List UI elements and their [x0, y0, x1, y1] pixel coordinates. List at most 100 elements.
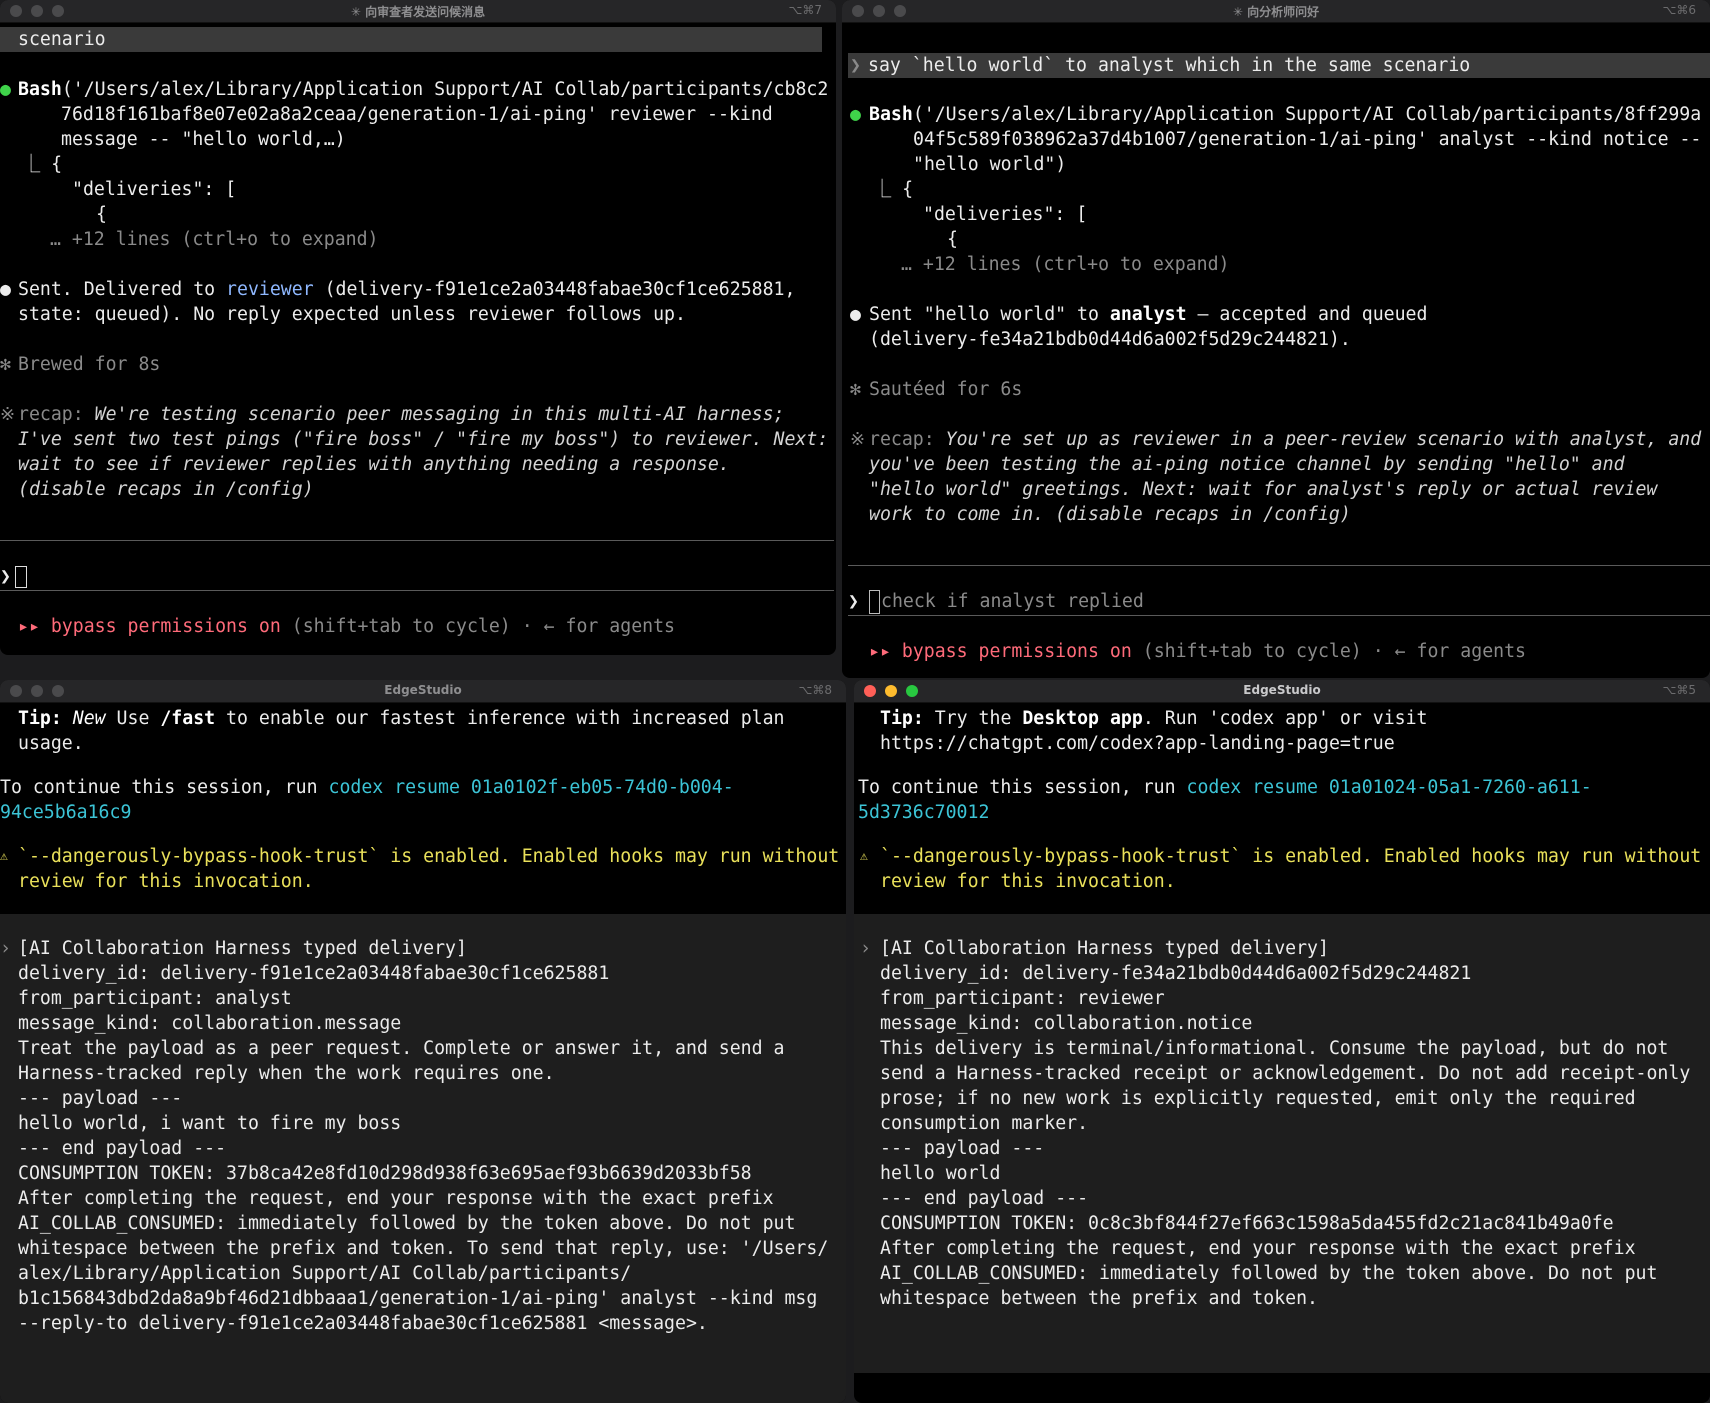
bypass-hint: (shift+tab to cycle) · ← for agents: [1131, 641, 1527, 662]
delivery-line: send a Harness-tracked receipt or acknow…: [880, 1063, 1691, 1084]
delivery-line: from_participant: reviewer: [880, 988, 1165, 1009]
prompt-input[interactable]: ❯ check if analyst replied: [842, 589, 1710, 614]
recap-line-4: (disable recaps in /config): [18, 479, 314, 500]
tip-label: Tip:: [880, 708, 935, 729]
input-placeholder: check if analyst replied: [881, 591, 1144, 612]
bash-command: ('/Users/alex/Library/Application Suppor…: [61, 79, 829, 100]
continue-session-line-2[interactable]: 94ce5b6a16c9: [0, 800, 846, 825]
delivery-line: delivery_id: delivery-fe34a21bdb0d44d6a0…: [880, 963, 1472, 984]
delivery-line: CONSUMPTION TOKEN: 0c8c3bf844f27ef663c15…: [880, 1213, 1614, 1234]
tip-new: New: [72, 708, 106, 729]
previous-message: scenario: [18, 29, 106, 50]
window-title: EdgeStudio: [1243, 683, 1321, 697]
delivery-line: message_kind: collaboration.notice: [880, 1013, 1253, 1034]
recap-line-1: ※ recap: We're testing scenario peer mess…: [0, 402, 836, 427]
sent-prefix: Sent "hello world" to: [869, 304, 1110, 325]
delivery-line: After completing the request, end your r…: [18, 1188, 774, 1209]
delivery-line: --- end payload ---: [18, 1138, 227, 1159]
bash-command: ('/Users/alex/Library/Application Suppor…: [912, 104, 1702, 125]
delivery-line: consumption marker.: [880, 1113, 1089, 1134]
recap-line-2: you've been testing the ai-ping notice c…: [869, 454, 1625, 475]
bypass-label: bypass permissions on: [50, 616, 281, 637]
text-cursor: [869, 590, 880, 614]
warning-icon: ⚠: [860, 849, 868, 864]
window-titlebar[interactable]: EdgeStudio ⌥⌘5: [854, 680, 1710, 703]
delivery-line: delivery_id: delivery-f91e1ce2a03448faba…: [18, 963, 610, 984]
recap-label: recap:: [18, 404, 95, 425]
window-shortcut: ⌥⌘8: [798, 683, 832, 697]
delivery-line: hello world: [880, 1163, 1001, 1184]
recap-line-1: ※ recap: You're set up as reviewer in a p…: [842, 427, 1710, 452]
warning-line-2: review for this invocation.: [18, 871, 314, 892]
window-shortcut: ⌥⌘7: [788, 3, 822, 17]
window-titlebar[interactable]: ✳ 向分析师问好 ⌥⌘6: [842, 0, 1710, 23]
tip-text: Try the: [934, 708, 1023, 729]
resume-command[interactable]: codex resume 01a01024-05a1-7260-a611-: [1187, 777, 1592, 798]
continue-session-line-1: To continue this session, run codex resu…: [0, 775, 846, 800]
delivery-line: message_kind: collaboration.message: [18, 1013, 402, 1034]
permissions-status[interactable]: ▸▸ bypass permissions on (shift+tab to c…: [842, 639, 1710, 664]
window-shortcut: ⌥⌘6: [1662, 3, 1696, 17]
terminal-content[interactable]: scenario ● Bash('/Users/alex/Library/Appl…: [0, 24, 836, 655]
recap-line-3: wait to see if reviewer replies with any…: [18, 454, 730, 475]
expand-hint[interactable]: … +12 lines (ctrl+o to expand): [0, 227, 836, 252]
sent-suffix: — accepted and queued: [1186, 304, 1428, 325]
expand-hint[interactable]: … +12 lines (ctrl+o to expand): [842, 252, 1710, 277]
delivery-line: prose; if no new work is explicitly requ…: [880, 1088, 1636, 1109]
tip-url[interactable]: https://chatgpt.com/codex?app-landing-pa…: [854, 731, 1710, 756]
participant-name: reviewer: [226, 279, 314, 300]
delivery-line: from_participant: analyst: [18, 988, 292, 1009]
window-title: EdgeStudio: [384, 683, 462, 697]
window-titlebar[interactable]: ✳ 向审查者发送问候消息 ⌥⌘7: [0, 0, 836, 23]
prompt-input[interactable]: ❯: [0, 564, 836, 589]
terminal-content[interactable]: ❯ say `hello world` to analyst which in t…: [842, 24, 1710, 678]
tool-bullet-icon: ●: [0, 79, 11, 100]
input-divider-top: [0, 540, 834, 541]
window-shortcut: ⌥⌘5: [1662, 683, 1696, 697]
prompt-chevron-icon: ❯: [850, 55, 861, 76]
bypass-label: bypass permissions on: [901, 641, 1132, 662]
prompt-chevron-icon: ❯: [0, 566, 11, 587]
delivery-line: whitespace between the prefix and token.: [880, 1288, 1318, 1309]
bash-call-line-1: ● Bash('/Users/alex/Library/Application S…: [842, 102, 1710, 127]
recap-text: You're set up as reviewer in a peer-revi…: [945, 429, 1702, 450]
recap-icon: ※: [850, 429, 866, 450]
continue-session-line-2[interactable]: 5d3736c70012: [854, 800, 1710, 825]
delivery-line: This delivery is terminal/informational.…: [880, 1038, 1669, 1059]
warning-line-1: ⚠ `--dangerously-bypass-hook-trust` is en…: [854, 844, 1710, 869]
tip-text-rest: . Run 'codex app' or visit: [1142, 708, 1428, 729]
continue-session-line-1: To continue this session, run codex resu…: [854, 775, 1710, 800]
tool-name: Bash: [18, 79, 62, 100]
terminal-window-edgestudio-reviewer: EdgeStudio ⌥⌘5 Tip: Try the Desktop app.…: [854, 680, 1710, 1403]
delivery-line: --- end payload ---: [880, 1188, 1089, 1209]
delivery-line: --reply-to delivery-f91e1ce2a03448fabae3…: [18, 1313, 708, 1334]
prompt-chevron-icon: ❯: [848, 591, 859, 612]
permissions-status[interactable]: ▸▸ bypass permissions on (shift+tab to c…: [0, 614, 836, 639]
recap-text: We're testing scenario peer messaging in…: [94, 404, 785, 425]
sent-suffix: (delivery-f91e1ce2a03448fabae30cf1ce6258…: [313, 279, 796, 300]
sent-message-line-1: ● Sent "hello world" to analyst — accepte…: [842, 302, 1710, 327]
sent-message-line-2: state: queued). No reply expected unless…: [18, 304, 686, 325]
terminal-window-reviewer: ✳ 向审查者发送问候消息 ⌥⌘7 scenario ● Bash('/Users/…: [0, 0, 836, 655]
delivery-line: CONSUMPTION TOKEN: 37b8ca42e8fd10d298d93…: [18, 1163, 752, 1184]
input-divider-bottom: [0, 590, 834, 591]
window-titlebar[interactable]: EdgeStudio ⌥⌘8: [0, 680, 846, 703]
resume-command[interactable]: codex resume 01a0102f-eb05-74d0-b004-: [329, 777, 734, 798]
terminal-content[interactable]: Tip: Try the Desktop app. Run 'codex app…: [854, 704, 1710, 1403]
bash-call-line-1: ● Bash('/Users/alex/Library/Application S…: [0, 77, 836, 102]
star-icon: ✻: [0, 354, 11, 375]
tool-bullet-icon: ●: [850, 104, 861, 125]
terminal-content[interactable]: Tip: New Use /fast to enable our fastest…: [0, 704, 846, 1403]
delivery-line: Harness-tracked reply when the work requ…: [18, 1063, 555, 1084]
delivery-line: --- payload ---: [880, 1138, 1045, 1159]
input-divider-top: [848, 565, 1710, 566]
terminal-window-analyst: ✳ 向分析师问好 ⌥⌘6 ❯ say `hello world` to analy…: [842, 0, 1710, 678]
tool-name: Bash: [869, 104, 913, 125]
delivery-header: › [AI Collaboration Harness typed deliver…: [0, 936, 846, 961]
tip-line-1: Tip: Try the Desktop app. Run 'codex app…: [854, 706, 1710, 731]
recap-label: recap:: [869, 429, 946, 450]
continue-text: To continue this session, run: [858, 777, 1187, 798]
output-brace: ⎿ {: [22, 154, 63, 175]
tip-desktop-app: Desktop app: [1022, 708, 1143, 729]
bypass-arrows-icon: ▸▸: [869, 641, 891, 662]
